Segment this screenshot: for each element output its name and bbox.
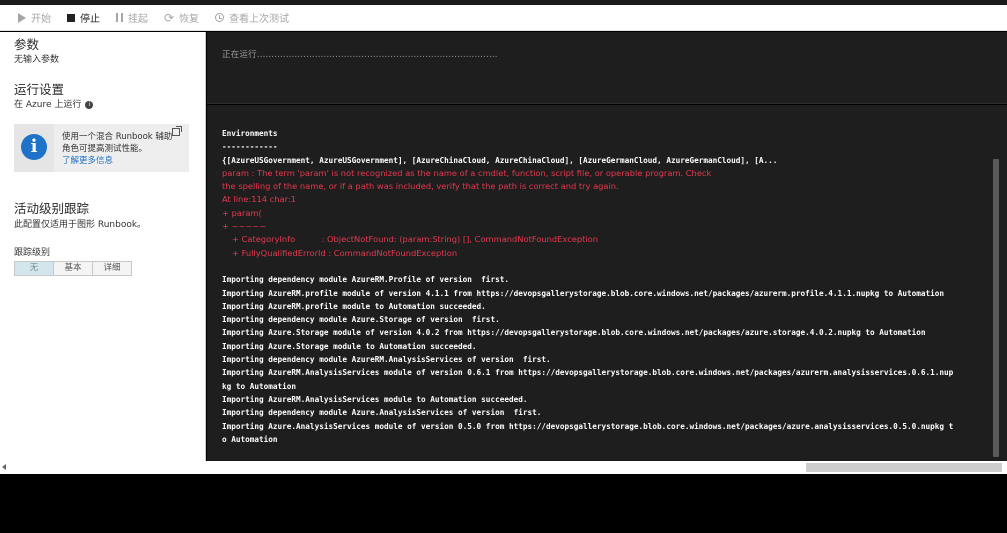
run-on-label: 在 Azure 上运行 <box>14 100 82 110</box>
horizontal-scroll-thumb[interactable] <box>806 463 1002 472</box>
output-line: Importing Azure.Storage module of versio… <box>222 328 926 338</box>
job-status-text: 正在运行....................................… <box>222 50 498 60</box>
output-line: + param( <box>222 207 262 218</box>
output-line: param : The term 'param' is not recogniz… <box>222 167 712 178</box>
test-toolbar: 开始 停止 挂起 ⟳ 恢复 查看上次测试 <box>0 5 1007 31</box>
output-line: Importing Azure.AnalysisServices module … <box>222 421 954 431</box>
information-icon: i <box>21 134 47 160</box>
start-label: 开始 <box>31 14 51 25</box>
activity-tracing-heading: 活动级别跟踪 <box>14 201 90 216</box>
output-line: Importing AzureRM.AnalysisServices modul… <box>222 394 528 404</box>
parameters-value: 无输入参数 <box>14 55 60 65</box>
output-line: o Automation <box>222 434 278 444</box>
output-line: Importing Azure.Storage module to Automa… <box>222 341 477 351</box>
test-output-console: 正在运行....................................… <box>207 32 1007 461</box>
info-icon[interactable]: i <box>85 100 94 109</box>
pause-button[interactable]: 挂起 <box>116 10 148 25</box>
output-line: Importing dependency module AzureRM.Prof… <box>222 275 509 285</box>
output-line: + CategoryInfo : ObjectNotFound: (param:… <box>232 234 599 245</box>
trace-level-basic[interactable]: 基本 <box>53 261 93 276</box>
pause-icon <box>116 13 123 22</box>
output-line: ------------ <box>222 142 278 152</box>
resume-label: 恢复 <box>179 14 200 25</box>
output-line: {[AzureUSGovernment, AzureUSGovernment],… <box>222 155 778 165</box>
scroll-left-icon[interactable] <box>2 464 6 470</box>
job-status-panel: 正在运行....................................… <box>207 32 1007 104</box>
horizontal-scrollbar[interactable] <box>0 461 1007 474</box>
external-link-icon[interactable] <box>172 126 182 136</box>
output-line: Importing dependency module Azure.Storag… <box>222 315 500 325</box>
info-box-text: 使用一个混合 Runbook 辅助角色可提高测试性能。 了解更多信息 <box>62 131 174 167</box>
output-line: At line:114 char:1 <box>222 194 296 205</box>
learn-more-link[interactable]: 了解更多信息 <box>62 156 113 166</box>
stop-button[interactable]: 停止 <box>67 10 100 25</box>
resume-icon: ⟳ <box>164 10 175 25</box>
parameters-heading: 参数 <box>14 37 40 52</box>
output-line: Importing AzureRM.AnalysisServices modul… <box>222 368 954 378</box>
output-lines: Environments ------------ {[AzureUSGovernm… <box>222 127 994 446</box>
activity-tracing-note: 此配置仅适用于图形 Runbook。 <box>14 220 147 230</box>
stop-icon <box>67 13 75 22</box>
output-line: Environments <box>222 129 278 138</box>
run-settings-value: 在 Azure 上运行 i <box>14 97 94 110</box>
resume-button[interactable]: ⟳ 恢复 <box>164 10 200 26</box>
view-last-test-label: 查看上次测试 <box>229 14 290 25</box>
output-stream[interactable]: Environments ------------ {[AzureUSGovernm… <box>207 105 1007 461</box>
trace-level-selector: 无 基本 详细 <box>14 261 132 276</box>
stop-label: 停止 <box>80 14 100 25</box>
vertical-scrollbar[interactable] <box>993 159 999 457</box>
start-button[interactable]: 开始 <box>18 10 51 25</box>
pause-label: 挂起 <box>128 14 148 25</box>
output-line: + FullyQualifiedErrorId : CommandNotFoun… <box>232 247 458 258</box>
history-icon <box>215 13 225 22</box>
view-last-test-button[interactable]: 查看上次测试 <box>215 10 289 25</box>
info-message: 使用一个混合 Runbook 辅助角色可提高测试性能。 <box>62 132 173 154</box>
output-line: + ~~~~~ <box>222 221 267 232</box>
test-settings-panel: 参数 无输入参数 运行设置 在 Azure 上运行 i i 使用一个混合 Runb… <box>0 32 206 461</box>
trace-level-none[interactable]: 无 <box>14 261 54 276</box>
output-line: the spelling of the name, or if a path w… <box>222 181 619 192</box>
run-settings-heading: 运行设置 <box>14 82 65 97</box>
trace-level-detailed[interactable]: 详细 <box>92 261 132 276</box>
output-line: Importing dependency module Azure.Analys… <box>222 408 542 418</box>
output-line: kg to Automation <box>222 381 297 391</box>
output-line: Importing AzureRM.profile module to Auto… <box>222 301 486 311</box>
play-icon <box>18 12 26 23</box>
output-line: Importing dependency module AzureRM.Anal… <box>222 355 551 365</box>
trace-level-label: 跟踪级别 <box>14 248 51 258</box>
hybrid-worker-info-box: i 使用一个混合 Runbook 辅助角色可提高测试性能。 了解更多信息 <box>14 124 189 172</box>
output-line: Importing AzureRM.profile module of vers… <box>222 288 945 298</box>
